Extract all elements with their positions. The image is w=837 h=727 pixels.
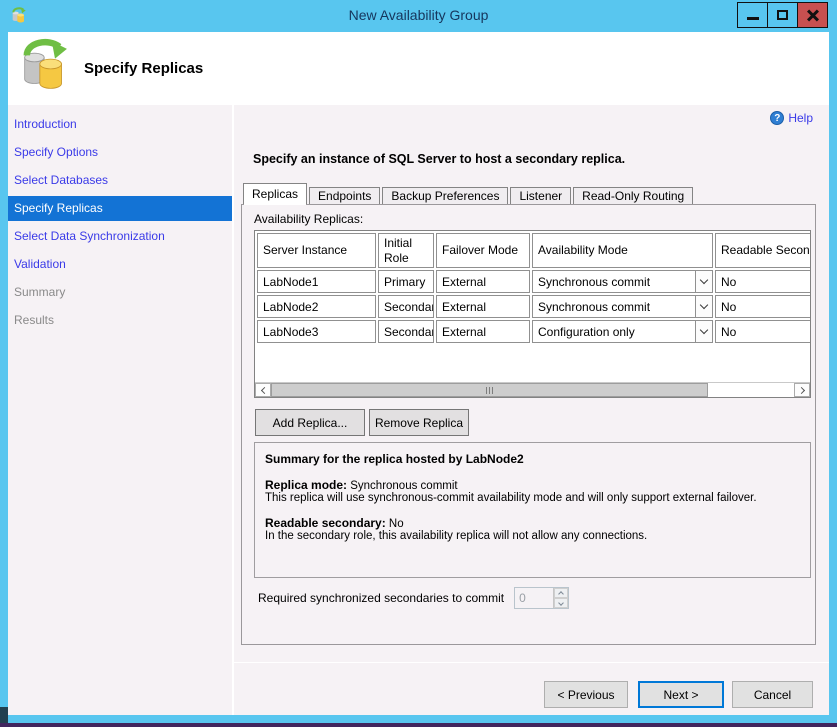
sidebar-item-specify-options[interactable]: Specify Options (8, 140, 232, 165)
help-label: Help (788, 111, 813, 125)
dialog-body: Specify Replicas Introduction Specify Op… (8, 32, 829, 715)
horizontal-scrollbar[interactable] (255, 382, 810, 397)
readable-secondary-dropdown[interactable]: No (715, 320, 810, 343)
column-header-failover-mode[interactable]: Failover Mode (436, 233, 530, 268)
stepper-value[interactable]: 0 (515, 588, 553, 608)
footer-divider (234, 662, 829, 663)
titlebar[interactable]: New Availability Group (0, 0, 837, 32)
replica-mode-description: This replica will use synchronous-commit… (265, 492, 800, 504)
cancel-button[interactable]: Cancel (732, 681, 813, 708)
wizard-header: Specify Replicas (8, 32, 829, 105)
availability-mode-dropdown[interactable]: Synchronous commit (532, 270, 713, 293)
page-title: Specify Replicas (84, 60, 203, 77)
availability-mode-dropdown[interactable]: Synchronous commit (532, 295, 713, 318)
grip-icon (486, 387, 487, 394)
table-row[interactable]: LabNode2 Secondary External Synchronous … (257, 295, 810, 318)
scroll-right-icon (797, 386, 804, 393)
scroll-right-button[interactable] (794, 383, 810, 397)
summary-title: Summary for the replica hosted by LabNod… (265, 452, 800, 466)
sidebar-item-specify-replicas[interactable]: Specify Replicas (8, 196, 232, 221)
cell-server-instance[interactable]: LabNode3 (257, 320, 376, 343)
table-row[interactable]: LabNode3 Secondary External Configuratio… (257, 320, 810, 343)
replica-summary-panel: Summary for the replica hosted by LabNod… (254, 442, 811, 578)
column-header-availability-mode[interactable]: Availability Mode (532, 233, 713, 268)
grid-header-row: Server Instance Initial Role Failover Mo… (257, 233, 810, 268)
tab-endpoints[interactable]: Endpoints (309, 187, 380, 204)
database-sync-icon (16, 38, 68, 95)
sidebar-item-introduction[interactable]: Introduction (8, 112, 232, 137)
required-secondaries-label: Required synchronized secondaries to com… (258, 591, 504, 605)
tab-replicas[interactable]: Replicas (243, 183, 307, 204)
chevron-up-icon (558, 591, 564, 597)
readable-secondary-value: No (386, 518, 404, 530)
cell-initial-role: Secondary (378, 320, 434, 343)
stepper-up-button[interactable] (554, 588, 568, 598)
availability-replicas-grid: Server Instance Initial Role Failover Mo… (254, 230, 811, 398)
stepper-down-button[interactable] (554, 598, 568, 608)
window-bottom-edge (0, 723, 837, 727)
replica-mode-value: Synchronous commit (347, 480, 458, 492)
chevron-down-icon (558, 600, 564, 606)
cell-server-instance[interactable]: LabNode1 (257, 270, 376, 293)
help-icon: ? (770, 111, 784, 125)
cell-initial-role: Secondary (378, 295, 434, 318)
required-secondaries-stepper[interactable]: 0 (514, 587, 569, 609)
cell-failover-mode: External (436, 320, 530, 343)
replica-mode-label: Replica mode: (265, 478, 347, 492)
readable-secondary-dropdown[interactable]: No (715, 270, 810, 293)
table-row[interactable]: LabNode1 Primary External Synchronous co… (257, 270, 810, 293)
maximize-button[interactable] (767, 2, 798, 28)
next-button[interactable]: Next > (638, 681, 724, 708)
cell-initial-role: Primary (378, 270, 434, 293)
minimize-button[interactable] (737, 2, 768, 28)
sidebar-divider (232, 105, 234, 715)
window-title: New Availability Group (0, 7, 837, 23)
close-icon (806, 8, 820, 22)
scrollbar-track[interactable] (271, 383, 794, 397)
tab-listener[interactable]: Listener (510, 187, 571, 204)
sidebar-item-results: Results (8, 308, 232, 333)
chevron-down-icon[interactable] (695, 321, 712, 342)
cell-server-instance[interactable]: LabNode2 (257, 295, 376, 318)
tab-read-only-routing[interactable]: Read-Only Routing (573, 187, 693, 204)
scroll-left-button[interactable] (255, 383, 271, 397)
scrollbar-thumb[interactable] (271, 383, 708, 397)
chevron-down-icon[interactable] (695, 296, 712, 317)
chevron-down-icon[interactable] (695, 271, 712, 292)
minimize-icon (747, 17, 759, 20)
availability-replicas-label: Availability Replicas: (254, 212, 363, 226)
sidebar-item-validation[interactable]: Validation (8, 252, 232, 277)
availability-mode-dropdown[interactable]: Configuration only (532, 320, 713, 343)
readable-secondary-label: Readable secondary: (265, 516, 386, 530)
help-link[interactable]: ? Help (770, 111, 813, 125)
close-button[interactable] (797, 2, 828, 28)
remove-replica-button[interactable]: Remove Replica (369, 409, 469, 436)
column-header-server-instance[interactable]: Server Instance (257, 233, 376, 268)
readable-secondary-description: In the secondary role, this availability… (265, 530, 800, 542)
maximize-icon (777, 10, 788, 20)
sidebar-item-select-data-synchronization[interactable]: Select Data Synchronization (8, 224, 232, 249)
column-header-initial-role[interactable]: Initial Role (378, 233, 434, 268)
tab-backup-preferences[interactable]: Backup Preferences (382, 187, 508, 204)
column-header-readable-secondary[interactable]: Readable Secondary (715, 233, 810, 268)
sidebar-item-summary: Summary (8, 280, 232, 305)
scroll-left-icon (260, 386, 267, 393)
add-replica-button[interactable]: Add Replica... (255, 409, 365, 436)
previous-button[interactable]: < Previous (544, 681, 628, 708)
cell-failover-mode: External (436, 295, 530, 318)
replicas-tab-page: Availability Replicas: Server Instance I… (241, 204, 816, 645)
readable-secondary-dropdown[interactable]: No (715, 295, 810, 318)
instruction-text: Specify an instance of SQL Server to hos… (253, 152, 625, 166)
cell-failover-mode: External (436, 270, 530, 293)
replica-settings-tabs: Replicas Endpoints Backup Preferences Li… (243, 183, 695, 204)
wizard-steps-sidebar: Introduction Specify Options Select Data… (8, 105, 232, 715)
sidebar-item-select-databases[interactable]: Select Databases (8, 168, 232, 193)
window-corner-artifact (0, 707, 8, 723)
